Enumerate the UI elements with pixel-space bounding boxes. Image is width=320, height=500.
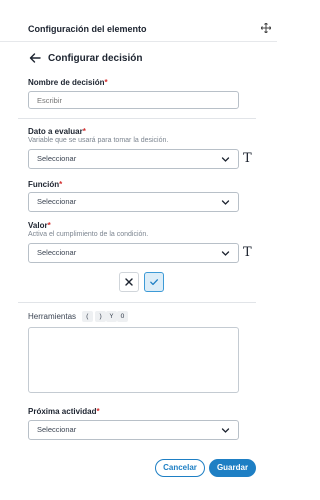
data-to-evaluate-select[interactable]: Seleccionar [28,149,239,169]
tool-chip-and[interactable]: Y [106,311,117,322]
required-mark: * [59,180,63,189]
next-activity-label: Próxima actividad* [28,407,100,416]
function-value: Seleccionar [37,197,77,206]
decision-name-label: Nombre de decisión* [28,78,108,87]
tool-chip-close-paren[interactable]: ) [95,311,106,322]
chevron-down-icon [221,251,230,256]
value-helper: Activa el cumplimiento de la condición. [28,231,149,238]
check-icon [150,279,159,286]
data-to-evaluate-label: Dato a evaluar* [28,127,86,136]
decision-name-input[interactable] [28,91,239,109]
true-toggle-button[interactable] [144,272,164,292]
tools-label: Herramientas [28,312,77,321]
value-select-value: Seleccionar [37,248,77,257]
data-to-evaluate-helper: Variable que se usará para tomar la desi… [28,137,169,144]
function-label-text: Función [28,180,60,189]
chevron-down-icon [221,200,230,205]
move-icon[interactable] [260,22,272,34]
divider [18,118,256,119]
function-select[interactable]: Seleccionar [28,192,239,212]
tool-chip-or[interactable]: O [117,311,128,322]
value-label-text: Valor [28,221,48,230]
decision-name-label-text: Nombre de decisión [28,78,105,87]
save-button[interactable]: Guardar [209,459,256,477]
cancel-button[interactable]: Cancelar [155,459,205,477]
next-activity-value: Seleccionar [37,425,77,434]
data-to-evaluate-label-text: Dato a evaluar [28,127,83,136]
chevron-down-icon [221,157,230,162]
text-mode-icon[interactable]: T [243,246,252,260]
value-select[interactable]: Seleccionar [28,243,239,263]
back-row: Configurar decisión [28,51,142,65]
required-mark: * [96,407,100,416]
panel-header: Configuración del elemento [0,0,277,42]
section-title: Configurar decisión [48,52,143,64]
close-icon [125,278,133,286]
required-mark: * [104,78,108,87]
arrow-left-icon[interactable] [28,51,42,65]
tool-chip-open-paren[interactable]: ( [82,311,93,322]
false-toggle-button[interactable] [119,272,139,292]
chevron-down-icon [221,428,230,433]
data-to-evaluate-value: Seleccionar [37,154,77,163]
element-config-panel: Configuración del elemento Configurar de… [0,0,277,500]
required-mark: * [47,221,51,230]
next-activity-label-text: Próxima actividad [28,407,97,416]
function-label: Función* [28,180,62,189]
value-label: Valor* [28,221,51,230]
required-mark: * [82,127,86,136]
text-mode-icon[interactable]: T [243,152,252,166]
divider [18,302,256,303]
next-activity-select[interactable]: Seleccionar [28,420,239,440]
panel-title: Configuración del elemento [28,24,147,34]
expression-textarea[interactable] [28,327,239,393]
